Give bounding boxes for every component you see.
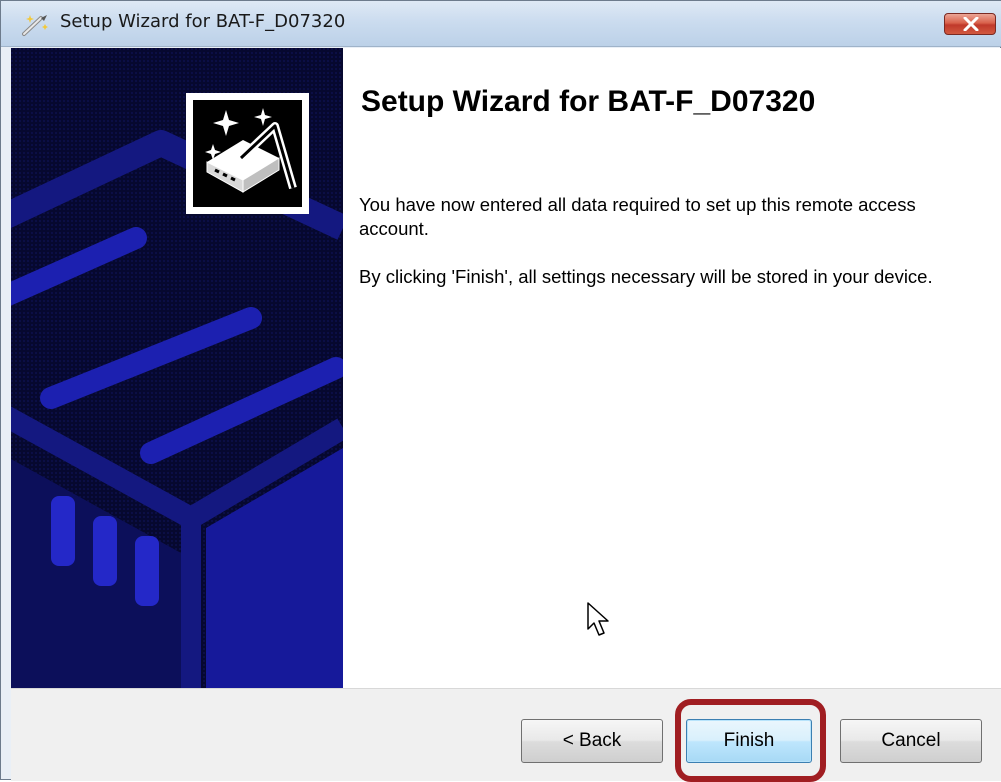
info-text-2: By clicking 'Finish', all settings neces… bbox=[359, 266, 933, 287]
finish-button[interactable]: Finish bbox=[686, 719, 812, 763]
wizard-device-icon bbox=[186, 93, 309, 214]
mouse-pointer-icon bbox=[586, 601, 612, 644]
info-text-1: You have now entered all data required t… bbox=[359, 194, 916, 239]
cancel-button[interactable]: Cancel bbox=[840, 719, 982, 763]
back-button[interactable]: < Back bbox=[521, 719, 663, 763]
window-title: Setup Wizard for BAT-F_D07320 bbox=[60, 11, 346, 32]
page-title: Setup Wizard for BAT-F_D07320 bbox=[361, 85, 816, 118]
wizard-wand-icon bbox=[21, 11, 51, 37]
content-panel bbox=[343, 48, 1001, 688]
title-bar[interactable]: Setup Wizard for BAT-F_D07320 bbox=[1, 1, 1001, 47]
setup-wizard-window: Setup Wizard for BAT-F_D07320 Setup Wiza… bbox=[0, 0, 1001, 782]
close-button[interactable] bbox=[944, 13, 996, 35]
